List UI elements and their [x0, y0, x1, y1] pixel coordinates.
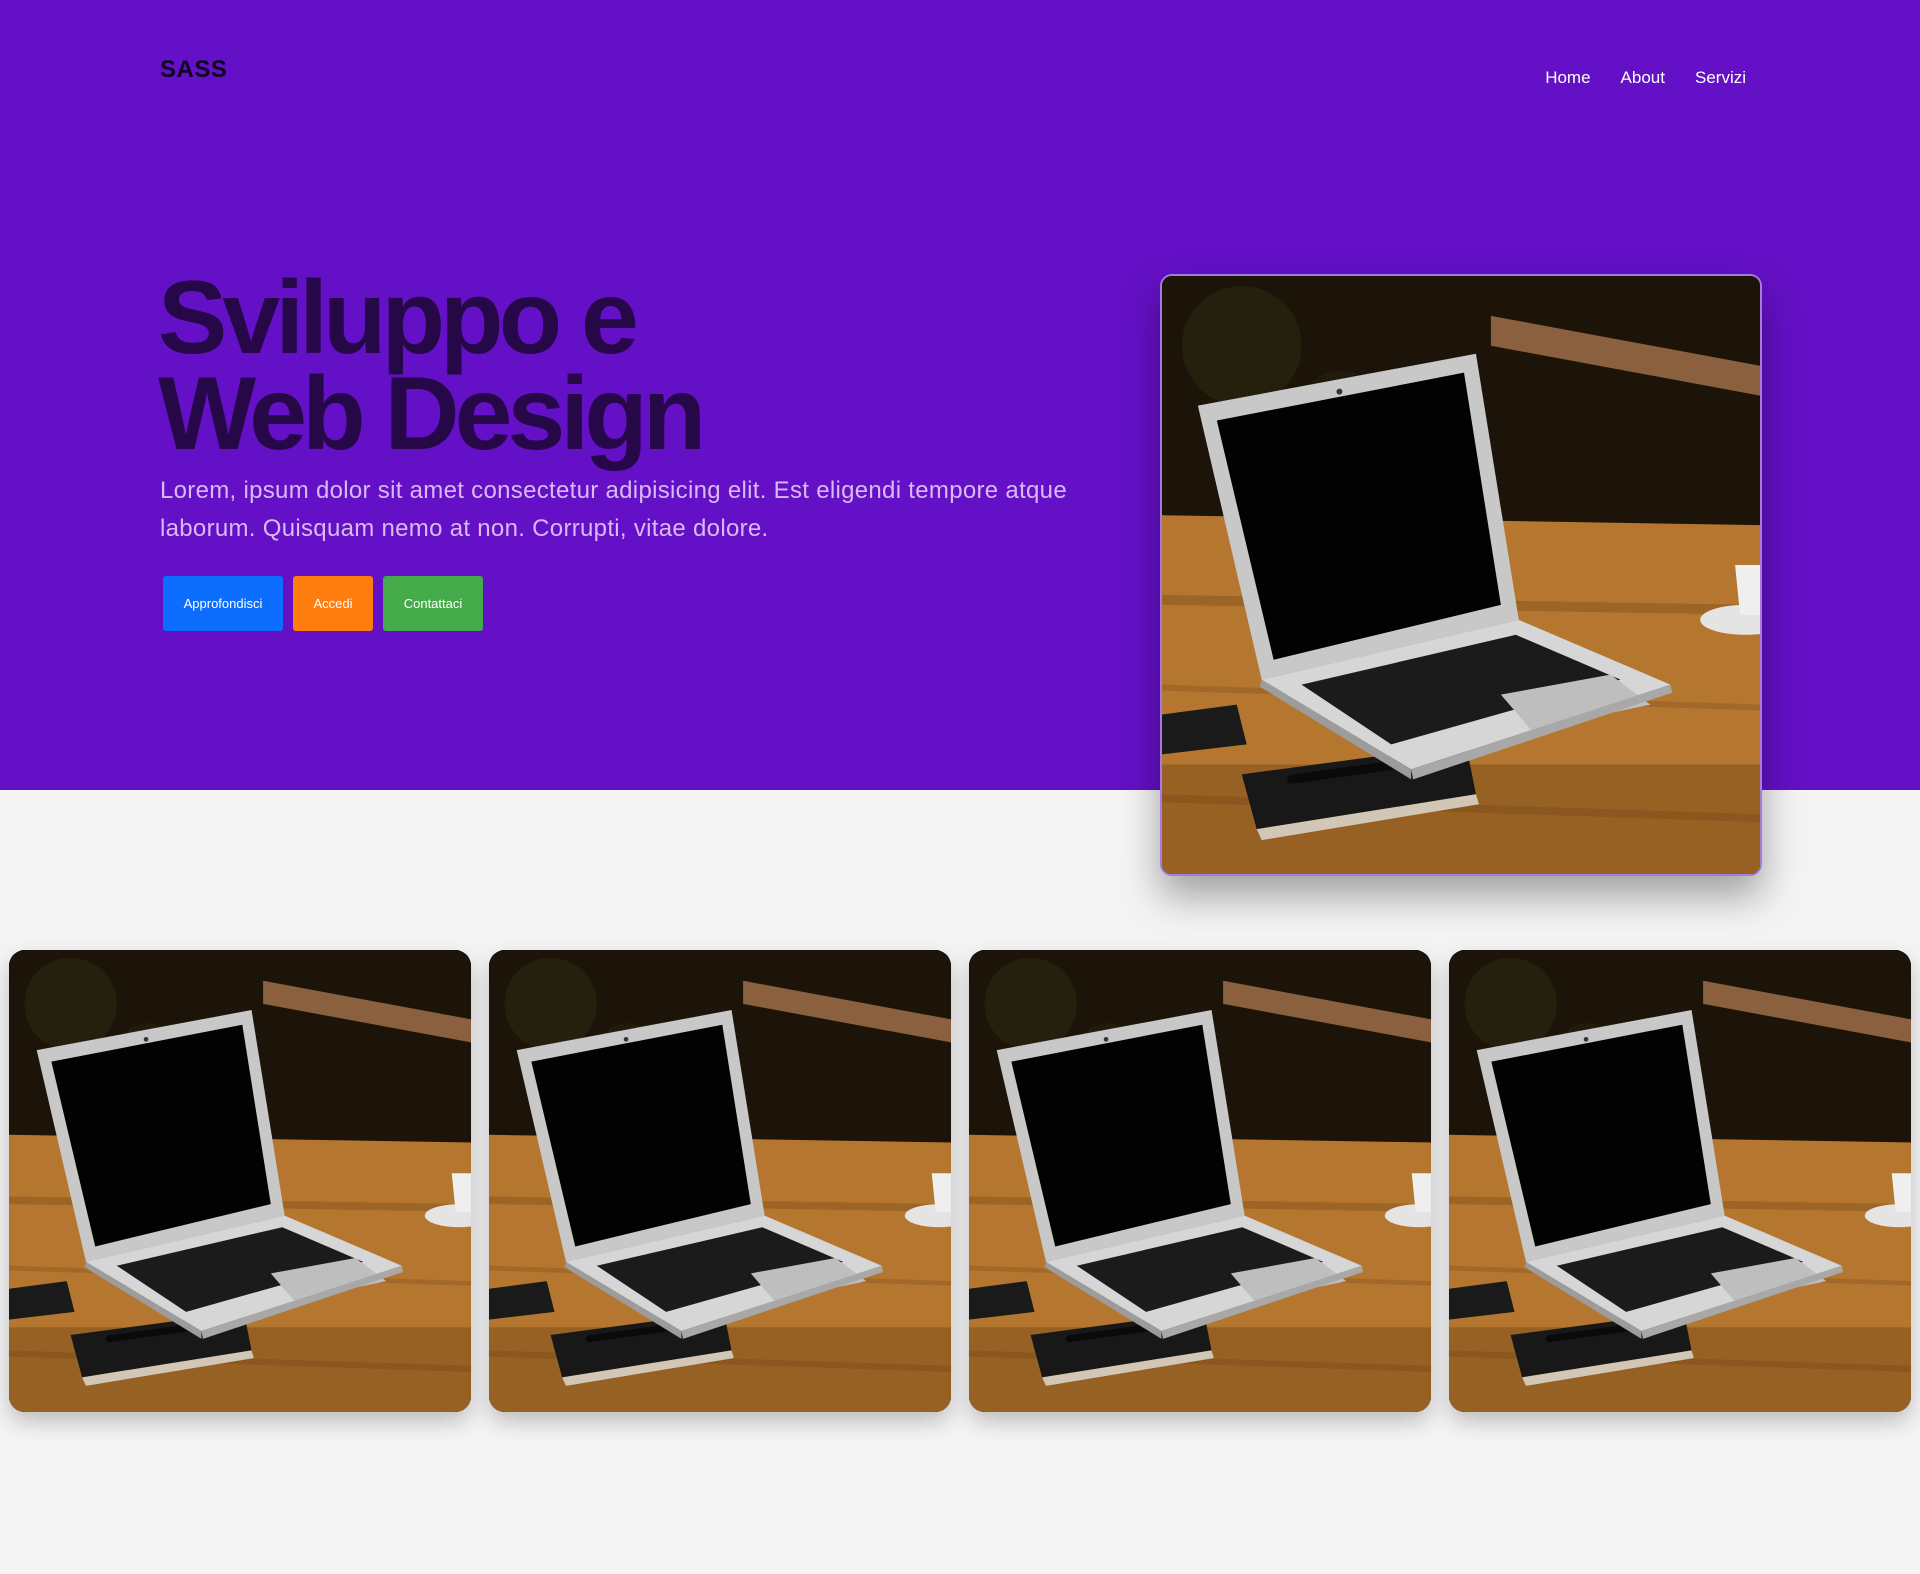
main-nav: Home About Servizi	[1545, 68, 1746, 88]
hero-laptop-image	[1160, 274, 1762, 876]
gallery-image	[1449, 950, 1911, 1412]
gallery-image	[9, 950, 471, 1412]
nav-link-servizi[interactable]: Servizi	[1695, 68, 1746, 88]
gallery-image	[489, 950, 951, 1412]
nav-link-about[interactable]: About	[1621, 68, 1665, 88]
gallery-image	[969, 950, 1431, 1412]
hero-buttons: Approfondisci Accedi Contattaci	[163, 576, 483, 631]
hero-title-line-1: Sviluppo e	[158, 260, 639, 376]
nav-link-home[interactable]: Home	[1545, 68, 1590, 88]
hero-description: Lorem, ipsum dolor sit amet consectetur …	[160, 477, 1067, 542]
approfondisci-button[interactable]: Approfondisci	[163, 576, 283, 631]
site-logo[interactable]: SASS	[160, 56, 227, 84]
contattaci-button[interactable]: Contattaci	[383, 576, 483, 631]
accedi-button[interactable]: Accedi	[293, 576, 373, 631]
hero-title-line-2: Web Design	[158, 356, 706, 472]
hero-title: Sviluppo e Web Design	[158, 260, 1058, 472]
image-gallery	[9, 950, 1911, 1412]
